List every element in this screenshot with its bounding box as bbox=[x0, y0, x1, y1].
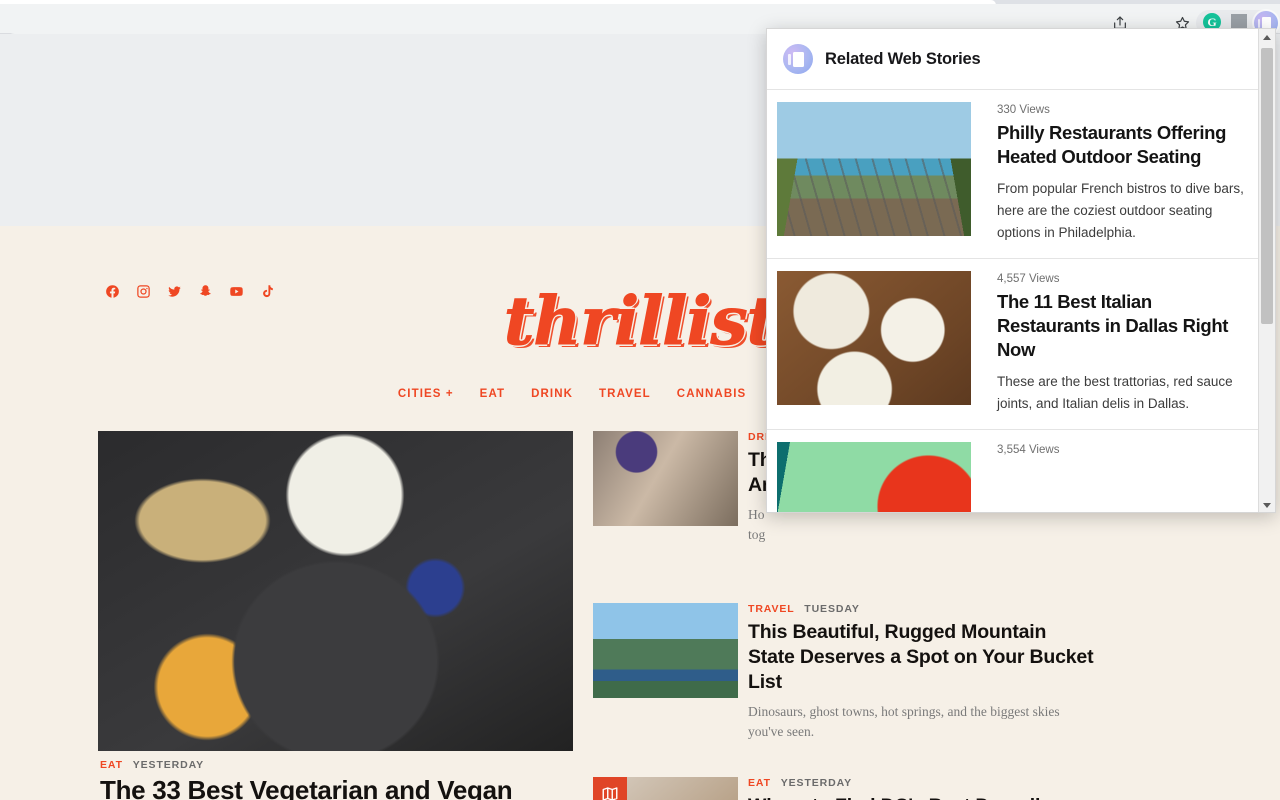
scrollbar-thumb[interactable] bbox=[1261, 48, 1273, 324]
story-title[interactable]: Philly Restaurants Offering Heated Outdo… bbox=[997, 121, 1244, 169]
related-web-stories-panel: Related Web Stories 330 Views Philly Res… bbox=[766, 28, 1276, 513]
card-dek-line1: Ho bbox=[748, 506, 765, 522]
story-body: 4,557 Views The 11 Best Italian Restaura… bbox=[997, 271, 1244, 415]
panel-header: Related Web Stories bbox=[767, 29, 1275, 89]
hero-date: YESTERDAY bbox=[132, 759, 205, 771]
card-dek-line2: tog bbox=[748, 527, 766, 543]
story-description: From popular French bistros to dive bars… bbox=[997, 181, 1244, 240]
hero-image[interactable] bbox=[98, 431, 573, 751]
stories-list[interactable]: 330 Views Philly Restaurants Offering He… bbox=[767, 89, 1260, 512]
nav-item-eat[interactable]: EAT bbox=[480, 388, 505, 400]
card-body: TRAVEL TUESDAY This Beautiful, Rugged Mo… bbox=[748, 603, 1098, 742]
scroll-up-arrow-icon[interactable] bbox=[1259, 29, 1275, 46]
card-thumbnail[interactable] bbox=[593, 603, 738, 698]
card-meta: EAT YESTERDAY bbox=[748, 777, 1098, 789]
card-dek: Dinosaurs, ghost towns, hot springs, and… bbox=[748, 703, 1060, 740]
panel-title: Related Web Stories bbox=[825, 50, 981, 68]
story-thumbnail[interactable] bbox=[777, 270, 971, 405]
story-views: 4,557 Views bbox=[997, 272, 1060, 285]
card-title[interactable]: This Beautiful, Rugged Mountain State De… bbox=[748, 620, 1098, 695]
story-item[interactable]: 4,557 Views The 11 Best Italian Restaura… bbox=[767, 259, 1260, 430]
web-stories-glyph bbox=[787, 51, 804, 67]
card-meta: TRAVEL TUESDAY bbox=[748, 603, 1098, 615]
hero-title[interactable]: The 33 Best Vegetarian and Vegan Restaur… bbox=[100, 775, 580, 800]
nav-item-drink[interactable]: DRINK bbox=[531, 388, 573, 400]
card-category[interactable]: EAT bbox=[748, 777, 771, 789]
story-body: 330 Views Philly Restaurants Offering He… bbox=[997, 102, 1244, 244]
map-icon bbox=[593, 777, 627, 800]
web-stories-icon bbox=[783, 44, 813, 74]
hero-category[interactable]: EAT bbox=[100, 759, 123, 771]
hero-meta: EAT YESTERDAY bbox=[100, 759, 204, 771]
card-body: EAT YESTERDAY Where to Find DC's Best Du… bbox=[748, 777, 1098, 800]
nav-item-cities[interactable]: CITIES + bbox=[398, 388, 454, 400]
story-item[interactable]: 330 Views Philly Restaurants Offering He… bbox=[767, 90, 1260, 259]
story-description: These are the best trattorias, red sauce… bbox=[997, 373, 1233, 411]
story-thumbnail[interactable] bbox=[777, 102, 971, 236]
card-date: YESTERDAY bbox=[780, 777, 853, 789]
card-category[interactable]: TRAVEL bbox=[748, 603, 794, 615]
story-views: 3,554 Views bbox=[997, 443, 1060, 456]
card-title[interactable]: Where to Find DC's Best Dumplings, Accor… bbox=[748, 794, 1098, 800]
card-thumbnail[interactable] bbox=[593, 777, 738, 800]
nav-item-cannabis[interactable]: CANNABIS bbox=[677, 388, 747, 400]
story-item[interactable]: 3,554 Views bbox=[767, 430, 1260, 512]
panel-scrollbar[interactable] bbox=[1258, 29, 1275, 512]
story-body: 3,554 Views bbox=[997, 442, 1244, 512]
scroll-down-arrow-icon[interactable] bbox=[1259, 497, 1275, 512]
story-views: 330 Views bbox=[997, 104, 1050, 116]
story-title[interactable]: The 11 Best Italian Restaurants in Dalla… bbox=[997, 290, 1244, 362]
nav-item-travel[interactable]: TRAVEL bbox=[599, 388, 651, 400]
card-date: TUESDAY bbox=[804, 603, 860, 615]
story-thumbnail[interactable] bbox=[777, 441, 971, 512]
card-thumbnail[interactable] bbox=[593, 431, 738, 526]
